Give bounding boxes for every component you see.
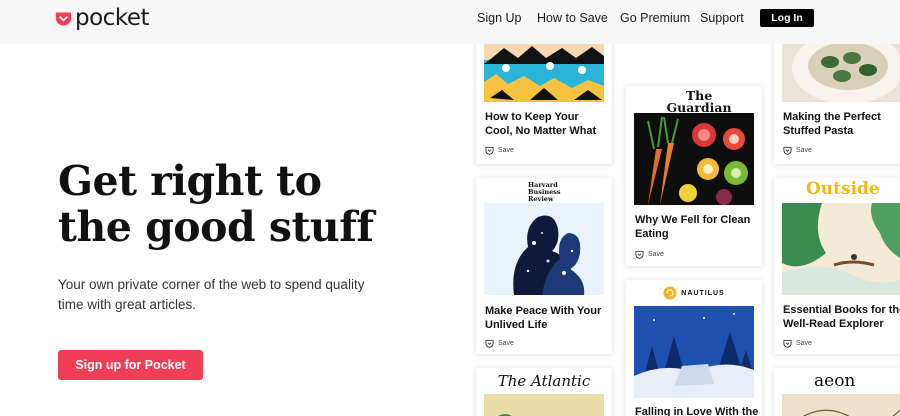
article-card-clean-eating[interactable]: The Guardian Why We Fell for Clean Eatin…: [626, 86, 762, 266]
pocket-save-icon: [485, 146, 494, 155]
article-card-the-atlantic[interactable]: The Atlantic: [476, 368, 612, 416]
pocket-save-icon: [783, 339, 792, 348]
article-image: [782, 38, 900, 102]
article-card-stuffed-pasta[interactable]: Making the Perfect Stuffed Pasta Save: [774, 30, 900, 164]
save-label: Save: [498, 147, 514, 154]
publisher-the-guardian: The Guardian: [666, 88, 732, 115]
save-button[interactable]: Save: [635, 250, 664, 259]
nautilus-logo-icon: [663, 286, 677, 300]
publisher-harvard-business-review: Harvard Business Review: [528, 182, 566, 203]
illustration-vegetables: [634, 113, 754, 205]
save-button[interactable]: Save: [783, 339, 812, 348]
publisher-outside: Outside: [806, 179, 880, 199]
save-label: Save: [648, 251, 664, 258]
illustration-kayaker-river: [782, 203, 900, 295]
illustration-snowy-forest: [634, 306, 754, 398]
nav-go-premium[interactable]: Go Premium: [620, 11, 690, 25]
article-card-unlived-life[interactable]: Harvard Business Review Make Peace With …: [476, 178, 612, 354]
illustration-leaves: [484, 394, 604, 416]
nav-sign-up[interactable]: Sign Up: [477, 11, 521, 25]
article-title[interactable]: Make Peace With Your Unlived Life: [485, 305, 609, 332]
article-image: [484, 203, 604, 295]
save-label: Save: [498, 340, 514, 347]
pocket-save-icon: [485, 339, 494, 348]
article-card-aeon[interactable]: aeon: [774, 368, 900, 416]
article-image: [634, 306, 754, 398]
article-image: [782, 203, 900, 295]
illustration-lounging-figures: [484, 38, 604, 102]
pocket-save-icon: [635, 250, 644, 259]
article-title[interactable]: Essential Books for the Well-Read Explor…: [783, 304, 900, 331]
save-button[interactable]: Save: [783, 146, 812, 155]
hero-subtitle: Your own private corner of the web to sp…: [58, 277, 365, 312]
pocket-logo[interactable]: pocket: [55, 5, 150, 31]
log-in-button[interactable]: Log In: [760, 9, 814, 27]
article-title[interactable]: Falling in Love With the: [635, 406, 759, 416]
illustration-sketch: [782, 394, 900, 416]
article-title[interactable]: Why We Fell for Clean Eating: [635, 214, 759, 241]
publisher-name: NAUTILUS: [681, 289, 725, 297]
save-button[interactable]: Save: [485, 146, 514, 155]
article-title[interactable]: How to Keep Your Cool, No Matter What: [485, 111, 609, 138]
article-image: [484, 394, 604, 416]
publisher-nautilus: NAUTILUS: [626, 286, 762, 300]
brand-name: pocket: [75, 5, 150, 31]
publisher-the-atlantic: The Atlantic: [497, 372, 591, 390]
publisher-aeon: aeon: [814, 371, 856, 391]
pocket-save-icon: [783, 146, 792, 155]
illustration-embracing-silhouettes: [484, 203, 604, 295]
article-card-keep-your-cool[interactable]: How to Keep Your Cool, No Matter What Sa…: [476, 30, 612, 164]
top-nav-bar: pocket Sign Up How to Save Go Premium Su…: [0, 0, 900, 44]
article-card-essential-books[interactable]: Outside Essential Books for the Well-Rea…: [774, 178, 900, 354]
sign-up-for-pocket-button[interactable]: Sign up for Pocket: [58, 350, 203, 380]
nav-how-to-save[interactable]: How to Save: [537, 11, 608, 25]
article-image: [782, 394, 900, 416]
hero-title: Get right to the good stuff: [58, 158, 418, 250]
hero-title-line-2: the good stuff: [58, 203, 374, 251]
save-button[interactable]: Save: [485, 339, 514, 348]
article-image: [484, 38, 604, 102]
save-label: Save: [796, 340, 812, 347]
nav-support[interactable]: Support: [700, 11, 744, 25]
publisher-name: Harvard Business Review: [528, 181, 561, 203]
article-image: [634, 113, 754, 205]
article-card-falling-in-love[interactable]: NAUTILUS Falling in Love With the: [626, 280, 762, 416]
illustration-pasta-bowl: [782, 38, 900, 102]
save-label: Save: [796, 147, 812, 154]
pocket-logo-icon: [55, 12, 72, 26]
hero-title-line-1: Get right to: [58, 157, 322, 205]
article-title[interactable]: Making the Perfect Stuffed Pasta: [783, 111, 900, 138]
